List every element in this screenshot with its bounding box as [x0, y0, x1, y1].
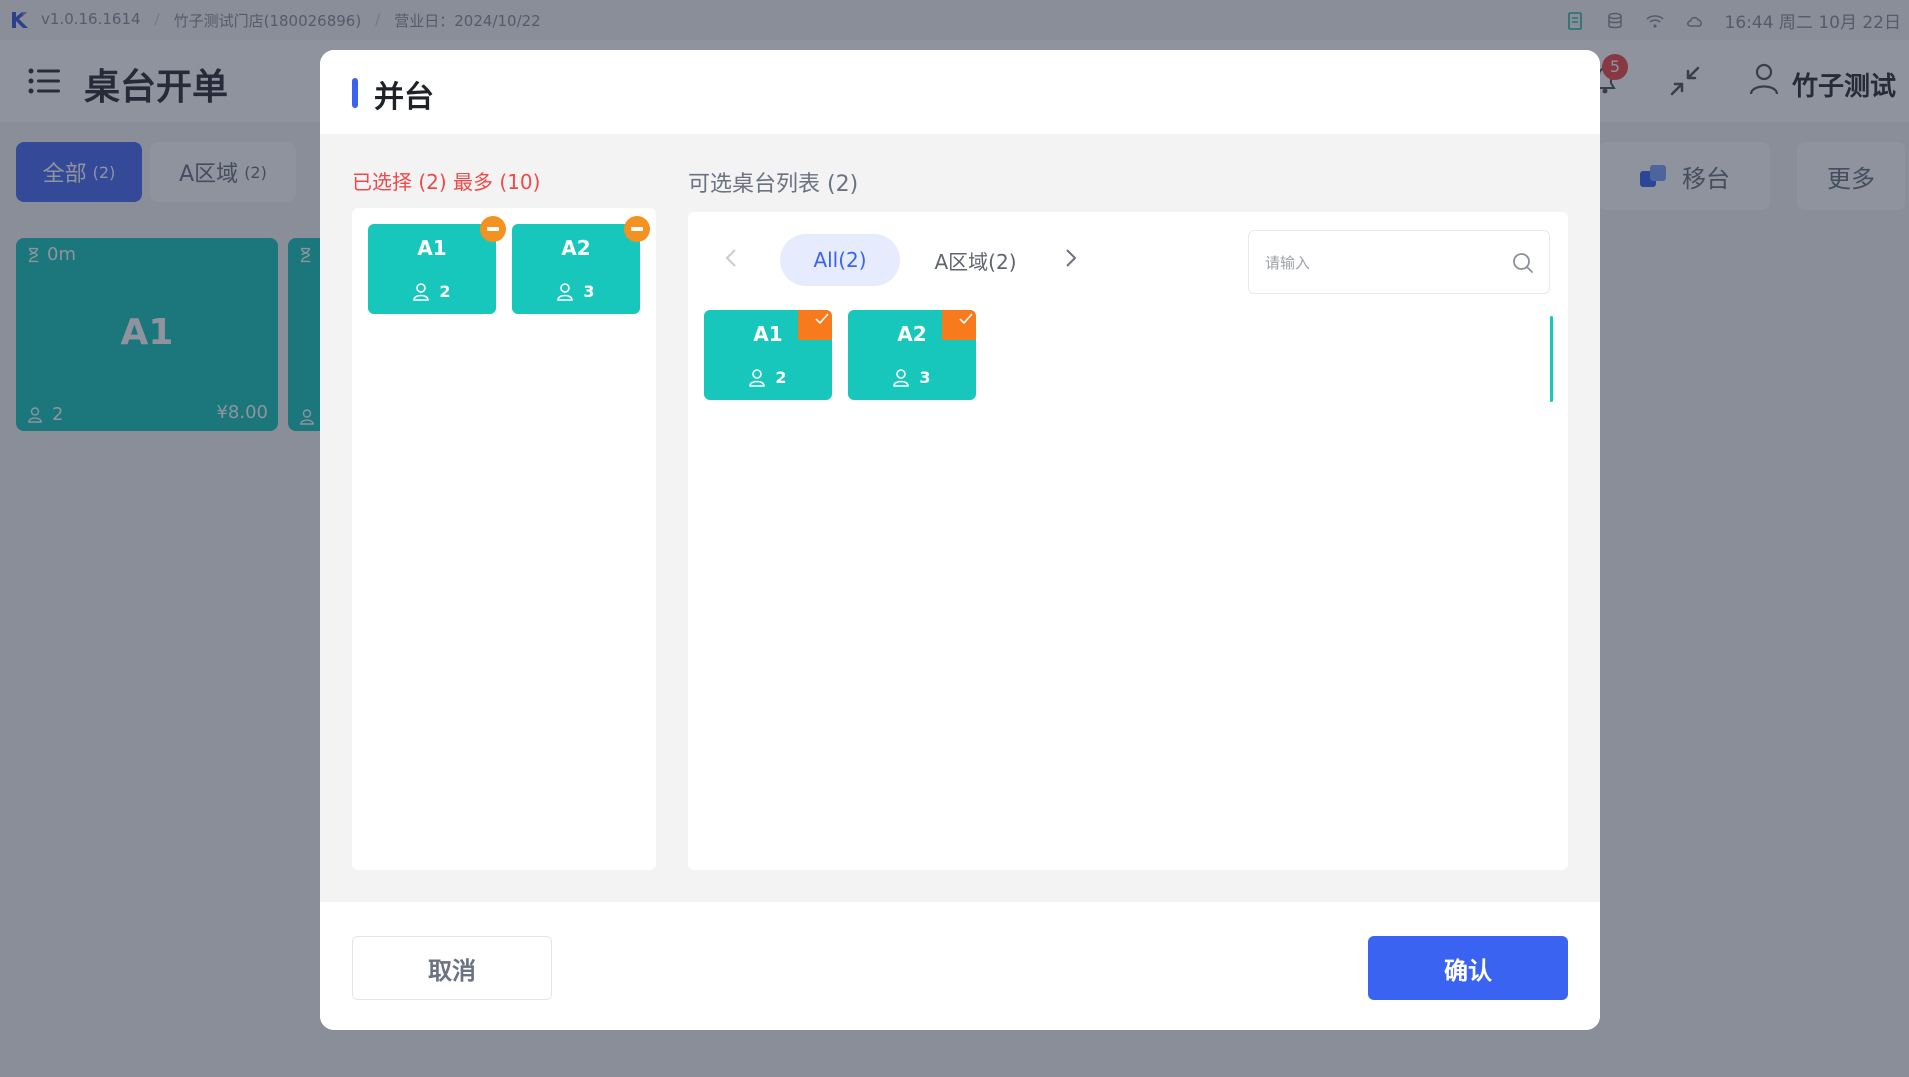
- table-guests: 2: [368, 282, 496, 301]
- person-icon: [413, 282, 430, 301]
- filter-tab-all[interactable]: All(2): [780, 234, 900, 286]
- table-name: A1: [417, 236, 447, 260]
- scrollbar[interactable]: [1550, 316, 1553, 402]
- guest-count: 2: [775, 368, 787, 387]
- table-guests: 3: [512, 282, 640, 301]
- available-tables-panel: All(2) A区域(2) A1 2 A2 3: [688, 212, 1568, 870]
- available-list-label: 可选桌台列表 (2): [688, 172, 859, 197]
- search-icon[interactable]: [1511, 251, 1535, 275]
- guest-count: 2: [439, 282, 451, 301]
- remove-table-button[interactable]: [624, 216, 650, 242]
- available-table-card[interactable]: A1 2: [704, 310, 832, 400]
- selected-table-card[interactable]: A2 3: [512, 216, 650, 314]
- merge-table-dialog: 并台 已选择 (2) 最多 (10) 可选桌台列表 (2) A1 2 A2 3 …: [320, 50, 1600, 1030]
- dialog-header: 并台: [320, 50, 1600, 134]
- table-guests: 3: [848, 368, 976, 387]
- selected-table-card[interactable]: A1 2: [368, 216, 506, 314]
- dialog-title: 并台: [374, 80, 434, 115]
- table-guests: 2: [704, 368, 832, 387]
- selected-check-badge: [942, 310, 976, 340]
- chevron-left-icon[interactable]: [720, 246, 744, 270]
- person-icon: [749, 368, 766, 387]
- checkmark-icon: [959, 313, 973, 325]
- selected-count-label: 已选择 (2) 最多 (10): [352, 170, 541, 194]
- search-input[interactable]: [1265, 247, 1495, 279]
- search-box: [1248, 230, 1550, 294]
- checkmark-icon: [815, 313, 829, 325]
- confirm-button[interactable]: 确认: [1368, 936, 1568, 1000]
- guest-count: 3: [919, 368, 931, 387]
- table-name: A2: [561, 236, 591, 260]
- title-accent-bar: [352, 78, 358, 108]
- chevron-right-icon[interactable]: [1058, 246, 1082, 270]
- person-icon: [557, 282, 574, 301]
- dialog-footer: 取消 确认: [320, 902, 1600, 1030]
- selected-tables-panel: A1 2 A2 3: [352, 208, 656, 870]
- person-icon: [893, 368, 910, 387]
- available-table-card[interactable]: A2 3: [848, 310, 976, 400]
- guest-count: 3: [583, 282, 595, 301]
- selected-check-badge: [798, 310, 832, 340]
- cancel-button[interactable]: 取消: [352, 936, 552, 1000]
- remove-table-button[interactable]: [480, 216, 506, 242]
- filter-tab-a[interactable]: A区域(2): [908, 234, 1043, 286]
